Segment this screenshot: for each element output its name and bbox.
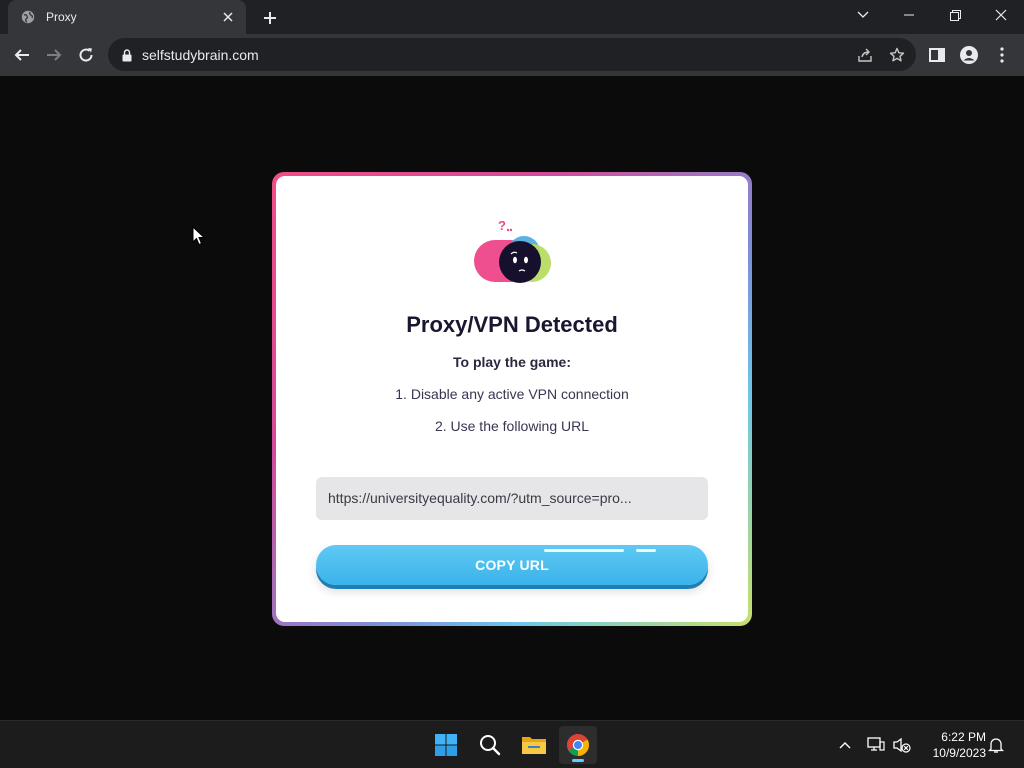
bookmark-star-icon[interactable]: [888, 46, 906, 64]
windows-taskbar: 6:22 PM 10/9/2023: [0, 720, 1024, 768]
confused-mascot-icon: ?: [474, 218, 551, 283]
modal-card: ? Proxy/VPN Detected To play the game: 1…: [276, 176, 748, 622]
copy-url-label: COPY URL: [475, 557, 549, 573]
instruction-step-2: 2. Use the following URL: [434, 418, 590, 434]
chevron-up-icon[interactable]: [835, 735, 855, 755]
profile-avatar-icon[interactable]: [959, 45, 979, 65]
windows-start-icon[interactable]: [427, 726, 465, 764]
tab-search-chevron-icon[interactable]: [840, 0, 886, 30]
side-panel-icon[interactable]: [927, 45, 947, 65]
share-icon[interactable]: [856, 46, 874, 64]
volume-muted-icon[interactable]: [892, 735, 912, 755]
proxy-detected-modal: ? Proxy/VPN Detected To play the game: 1…: [272, 172, 752, 626]
browser-toolbar: selfstudybrain.com: [0, 34, 1024, 76]
back-button[interactable]: [10, 43, 34, 67]
page-viewport: ? Proxy/VPN Detected To play the game: 1…: [0, 76, 1024, 720]
button-shine-decoration: [636, 549, 656, 552]
address-bar[interactable]: selfstudybrain.com: [108, 38, 916, 71]
browser-tab[interactable]: Proxy: [8, 0, 246, 34]
minimize-button[interactable]: [886, 0, 932, 30]
notification-bell-icon[interactable]: [986, 735, 1006, 755]
modal-subtitle: To play the game:: [453, 354, 571, 370]
modal-title: Proxy/VPN Detected: [406, 312, 618, 337]
active-app-indicator: [572, 759, 584, 762]
network-icon[interactable]: [866, 735, 886, 755]
globe-icon: [20, 9, 36, 25]
instruction-step-1: 1. Disable any active VPN connection: [395, 386, 629, 402]
forward-button[interactable]: [42, 43, 66, 67]
mouse-cursor-icon: [192, 226, 206, 246]
clock-time: 6:22 PM: [941, 730, 986, 744]
file-explorer-icon[interactable]: [515, 726, 553, 764]
restore-button[interactable]: [932, 0, 978, 30]
lock-icon[interactable]: [120, 47, 134, 63]
reload-button[interactable]: [74, 43, 98, 67]
chrome-taskbar-icon[interactable]: [559, 726, 597, 764]
tab-title: Proxy: [46, 10, 77, 24]
copy-url-button[interactable]: COPY URL: [316, 545, 708, 585]
close-icon[interactable]: [220, 9, 236, 25]
url-text[interactable]: selfstudybrain.com: [142, 47, 259, 63]
search-icon[interactable]: [471, 726, 509, 764]
close-window-button[interactable]: [978, 0, 1024, 30]
new-tab-button[interactable]: [258, 7, 282, 29]
more-menu-icon[interactable]: [992, 45, 1012, 65]
proxy-url-field[interactable]: https://universityequality.com/?utm_sour…: [316, 477, 708, 520]
system-clock[interactable]: 6:22 PM 10/9/2023: [920, 729, 986, 761]
clock-date: 10/9/2023: [932, 746, 986, 760]
tab-strip: Proxy: [0, 0, 1024, 34]
svg-text:?: ?: [498, 218, 506, 233]
button-shine-decoration: [544, 549, 624, 552]
